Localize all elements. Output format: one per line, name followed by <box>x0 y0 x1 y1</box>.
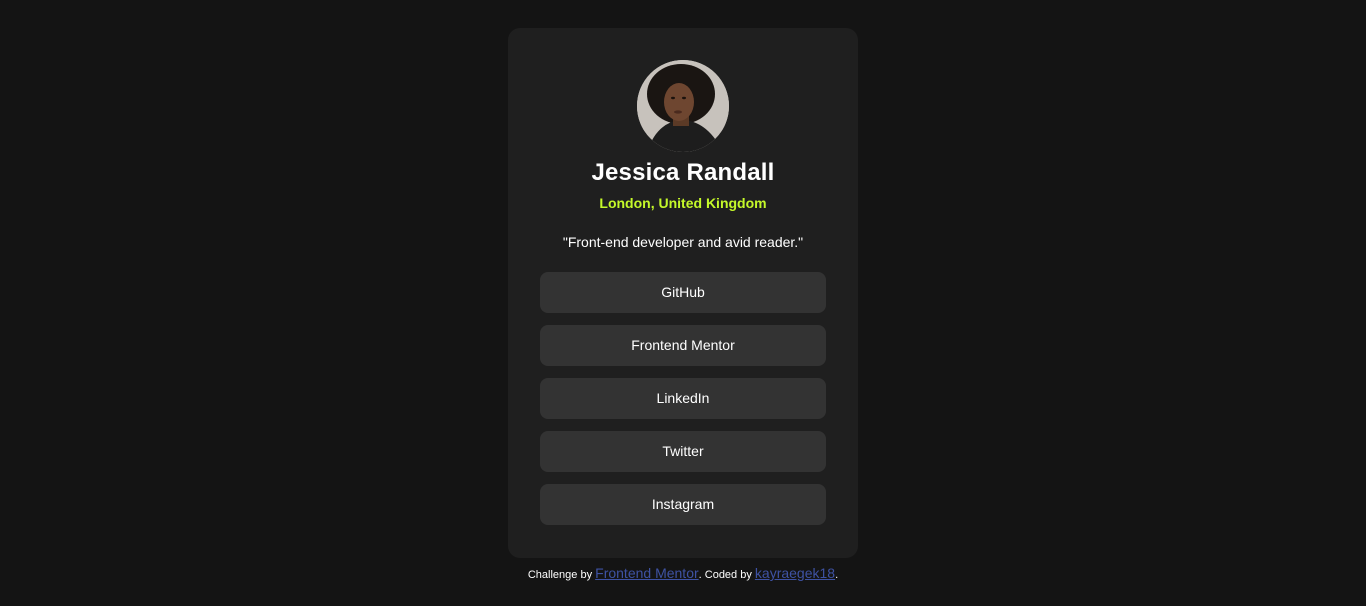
avatar <box>637 60 729 152</box>
profile-card: Jessica Randall London, United Kingdom "… <box>508 28 858 558</box>
profile-location: London, United Kingdom <box>599 195 767 211</box>
frontend-mentor-link-button[interactable]: Frontend Mentor <box>540 325 826 366</box>
github-link-button[interactable]: GitHub <box>540 272 826 313</box>
profile-bio: "Front-end developer and avid reader." <box>562 234 804 250</box>
avatar-photo <box>637 60 729 152</box>
author-footer-link[interactable]: kayraegek18 <box>755 565 835 581</box>
attribution-footer: Challenge by Frontend Mentor. Coded by k… <box>0 562 1366 586</box>
frontend-mentor-footer-link[interactable]: Frontend Mentor <box>595 565 699 581</box>
footer-middle: . Coded by <box>698 569 755 581</box>
profile-name: Jessica Randall <box>591 159 775 186</box>
linkedin-link-button[interactable]: LinkedIn <box>540 378 826 419</box>
footer-prefix: Challenge by <box>527 569 596 581</box>
instagram-link-button[interactable]: Instagram <box>540 484 826 525</box>
footer-suffix: . <box>835 569 839 581</box>
social-links-list: GitHub Frontend Mentor LinkedIn Twitter … <box>540 272 826 537</box>
twitter-link-button[interactable]: Twitter <box>540 431 826 472</box>
